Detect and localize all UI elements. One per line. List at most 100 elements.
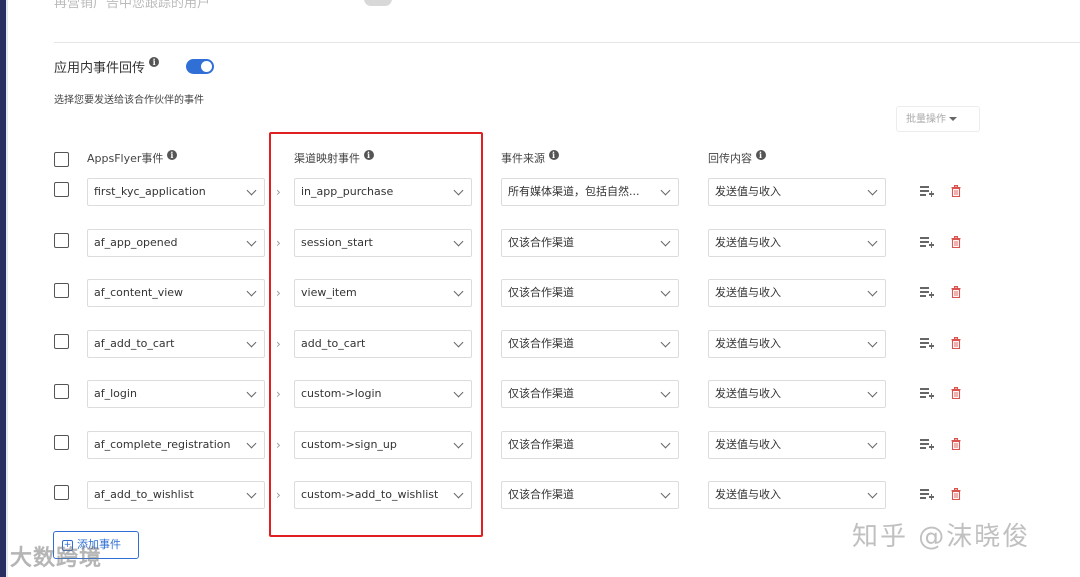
add-param-icon[interactable] — [920, 439, 934, 451]
chevron-down-icon — [246, 387, 257, 398]
chevron-down-icon — [867, 387, 878, 398]
left-nav-border — [6, 0, 8, 577]
chevron-down-icon — [660, 286, 671, 297]
appsflyer-event-value: af_content_view — [94, 286, 184, 299]
section-title: 应用内事件回传 i — [54, 57, 160, 76]
top-partial-text: 再营销广告中您跟踪的用户 — [54, 0, 211, 11]
appsflyer-event-select[interactable]: af_app_opened — [87, 229, 265, 257]
chevron-down-icon — [867, 438, 878, 449]
event-source-value: 仅该合作渠道 — [508, 286, 574, 299]
highlight-box — [269, 132, 483, 537]
event-source-value: 仅该合作渠道 — [508, 337, 574, 350]
top-partial-toggle[interactable] — [364, 0, 392, 6]
trash-icon[interactable] — [951, 387, 961, 399]
chevron-down-icon — [246, 488, 257, 499]
add-param-icon[interactable] — [920, 186, 934, 198]
toggle-knob — [201, 61, 212, 72]
postback-content-select[interactable]: 发送值与收入 — [708, 481, 886, 509]
chevron-down-icon — [867, 185, 878, 196]
select-all-checkbox[interactable] — [54, 152, 69, 167]
postback-content-select[interactable]: 发送值与收入 — [708, 330, 886, 358]
chevron-down-icon — [660, 236, 671, 247]
bulk-action-label: 批量操作 — [906, 114, 946, 125]
chevron-down-icon — [867, 236, 878, 247]
info-icon[interactable]: i — [548, 150, 559, 160]
add-param-icon[interactable] — [920, 489, 934, 501]
appsflyer-event-select[interactable]: af_add_to_cart — [87, 330, 265, 358]
caret-down-icon — [949, 117, 957, 121]
section-subtitle: 选择您要发送给该合作伙伴的事件 — [54, 95, 204, 106]
add-param-icon[interactable] — [920, 338, 934, 350]
chevron-down-icon — [867, 337, 878, 348]
chevron-down-icon — [246, 438, 257, 449]
appsflyer-event-select[interactable]: first_kyc_application — [87, 178, 265, 206]
add-param-icon[interactable] — [920, 237, 934, 249]
appsflyer-event-value: af_add_to_wishlist — [94, 488, 194, 501]
event-source-value: 仅该合作渠道 — [508, 236, 574, 249]
header-content-label: 回传内容 — [708, 152, 752, 165]
info-icon[interactable]: i — [149, 57, 160, 67]
bulk-action-dropdown[interactable]: 批量操作 — [896, 106, 980, 132]
header-postback-content: 回传内容 i — [708, 150, 766, 166]
event-source-select[interactable]: 仅该合作渠道 — [501, 481, 679, 509]
postback-content-select[interactable]: 发送值与收入 — [708, 380, 886, 408]
header-appsflyer-label: AppsFlyer事件 — [87, 152, 164, 165]
row-checkbox[interactable] — [54, 334, 69, 349]
chevron-down-icon — [660, 387, 671, 398]
event-source-value: 仅该合作渠道 — [508, 387, 574, 400]
info-icon[interactable]: i — [755, 150, 766, 160]
row-checkbox[interactable] — [54, 182, 69, 197]
appsflyer-event-select[interactable]: af_complete_registration — [87, 431, 265, 459]
row-checkbox[interactable] — [54, 233, 69, 248]
watermark-right: 知乎 @沫晓俊 — [852, 522, 1031, 552]
in-app-events-toggle[interactable] — [186, 59, 214, 74]
postback-content-value: 发送值与收入 — [715, 236, 781, 249]
chevron-down-icon — [867, 286, 878, 297]
appsflyer-event-select[interactable]: af_add_to_wishlist — [87, 481, 265, 509]
postback-content-select[interactable]: 发送值与收入 — [708, 178, 886, 206]
chevron-down-icon — [660, 337, 671, 348]
event-source-value: 仅该合作渠道 — [508, 488, 574, 501]
appsflyer-event-value: af_add_to_cart — [94, 337, 175, 350]
postback-content-select[interactable]: 发送值与收入 — [708, 279, 886, 307]
row-checkbox[interactable] — [54, 435, 69, 450]
appsflyer-event-select[interactable]: af_content_view — [87, 279, 265, 307]
trash-icon[interactable] — [951, 337, 961, 349]
trash-icon[interactable] — [951, 236, 961, 248]
chevron-down-icon — [246, 185, 257, 196]
chevron-down-icon — [246, 236, 257, 247]
postback-content-value: 发送值与收入 — [715, 387, 781, 400]
event-source-select[interactable]: 所有媒体渠道，包括自然... — [501, 178, 679, 206]
event-source-select[interactable]: 仅该合作渠道 — [501, 330, 679, 358]
row-checkbox[interactable] — [54, 485, 69, 500]
postback-content-value: 发送值与收入 — [715, 438, 781, 451]
trash-icon[interactable] — [951, 185, 961, 197]
event-source-select[interactable]: 仅该合作渠道 — [501, 380, 679, 408]
event-source-select[interactable]: 仅该合作渠道 — [501, 229, 679, 257]
add-param-icon[interactable] — [920, 287, 934, 299]
trash-icon[interactable] — [951, 286, 961, 298]
row-checkbox[interactable] — [54, 384, 69, 399]
event-source-select[interactable]: 仅该合作渠道 — [501, 279, 679, 307]
postback-content-value: 发送值与收入 — [715, 488, 781, 501]
section-title-text: 应用内事件回传 — [54, 61, 146, 76]
postback-content-value: 发送值与收入 — [715, 286, 781, 299]
postback-content-select[interactable]: 发送值与收入 — [708, 229, 886, 257]
appsflyer-event-select[interactable]: af_login — [87, 380, 265, 408]
postback-content-value: 发送值与收入 — [715, 185, 781, 198]
add-param-icon[interactable] — [920, 388, 934, 400]
section-divider — [54, 42, 1080, 43]
watermark-left: 大数跨境 — [10, 546, 103, 571]
event-source-value: 所有媒体渠道，包括自然... — [508, 185, 640, 198]
info-icon[interactable]: i — [166, 150, 177, 160]
row-checkbox[interactable] — [54, 283, 69, 298]
event-source-select[interactable]: 仅该合作渠道 — [501, 431, 679, 459]
trash-icon[interactable] — [951, 488, 961, 500]
chevron-down-icon — [660, 185, 671, 196]
header-appsflyer-event: AppsFlyer事件 i — [87, 150, 177, 166]
event-source-value: 仅该合作渠道 — [508, 438, 574, 451]
postback-content-select[interactable]: 发送值与收入 — [708, 431, 886, 459]
postback-content-value: 发送值与收入 — [715, 337, 781, 350]
appsflyer-event-value: af_complete_registration — [94, 438, 231, 451]
trash-icon[interactable] — [951, 438, 961, 450]
